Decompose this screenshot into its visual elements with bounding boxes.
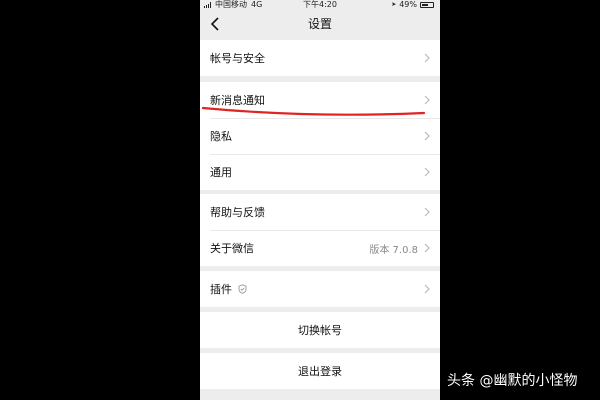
chevron-right-icon — [424, 167, 430, 177]
group-logout: 退出登录 — [200, 353, 440, 389]
row-privacy[interactable]: 隐私 — [200, 118, 440, 154]
shield-icon — [238, 284, 247, 294]
page-title: 设置 — [307, 17, 332, 31]
battery-icon — [420, 2, 434, 8]
row-notifications[interactable]: 新消息通知 — [200, 82, 440, 118]
status-right: ➤ 49% — [391, 0, 434, 10]
group-switch: 切换帐号 — [200, 312, 440, 348]
chevron-right-icon — [424, 284, 430, 294]
switch-account-label: 切换帐号 — [298, 324, 342, 337]
watermark-text: 头条 @幽默的小怪物 — [447, 373, 578, 389]
group-plugins: 插件 — [200, 271, 440, 307]
phone-screen: 中国移动 4G 下午4:20 ➤ 49% 设置 帐号与安全 新消息通知 隐私 通… — [200, 0, 440, 400]
chevron-right-icon — [424, 207, 430, 217]
row-general[interactable]: 通用 — [200, 154, 440, 190]
group-support: 帮助与反馈 关于微信 版本 7.0.8 — [200, 194, 440, 266]
chevron-right-icon — [424, 53, 430, 63]
row-help-feedback[interactable]: 帮助与反馈 — [200, 194, 440, 230]
row-plugins[interactable]: 插件 — [200, 271, 440, 307]
row-label: 通用 — [210, 166, 232, 179]
logout-button[interactable]: 退出登录 — [200, 353, 440, 389]
row-label: 帐号与安全 — [210, 52, 265, 65]
row-label: 关于微信 — [210, 242, 254, 255]
chevron-right-icon — [424, 131, 430, 141]
location-icon: ➤ — [391, 1, 397, 8]
chevron-right-icon — [424, 243, 430, 253]
switch-account-button[interactable]: 切换帐号 — [200, 312, 440, 348]
group-account: 帐号与安全 — [200, 40, 440, 76]
battery-text: 49% — [399, 0, 417, 9]
nav-bar: 设置 — [200, 10, 440, 40]
version-text: 版本 7.0.8 — [369, 244, 418, 256]
chevron-right-icon — [424, 95, 430, 105]
status-bar: 中国移动 4G 下午4:20 ➤ 49% — [200, 0, 440, 10]
logout-label: 退出登录 — [298, 365, 342, 378]
group-preferences: 新消息通知 隐私 通用 — [200, 82, 440, 190]
row-label: 隐私 — [210, 130, 232, 143]
row-label: 帮助与反馈 — [210, 206, 265, 219]
row-account-security[interactable]: 帐号与安全 — [200, 40, 440, 76]
row-about[interactable]: 关于微信 版本 7.0.8 — [200, 230, 440, 266]
row-label: 插件 — [210, 283, 232, 296]
row-label: 新消息通知 — [210, 94, 265, 107]
